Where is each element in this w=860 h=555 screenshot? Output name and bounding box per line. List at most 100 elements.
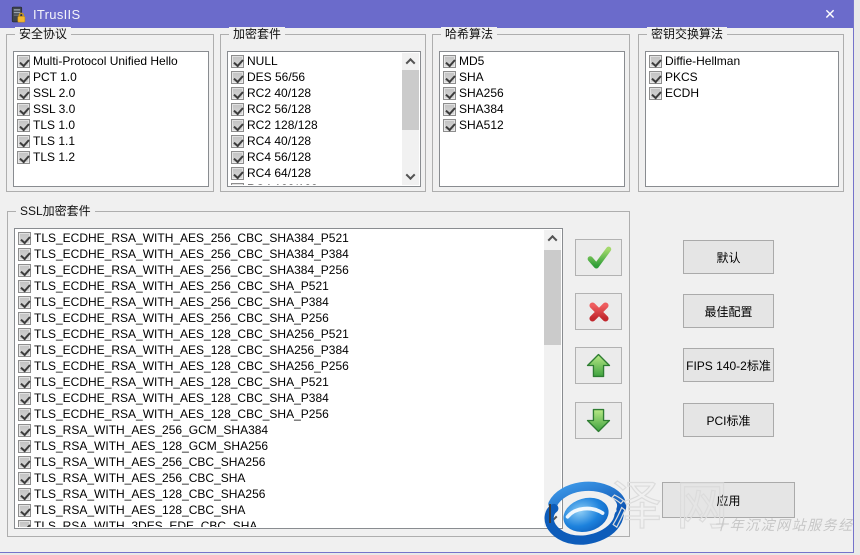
scroll-up-button[interactable] (544, 230, 561, 247)
ciphers-list[interactable]: NULL DES 56/56 RC2 40/128 RC2 56 (227, 51, 421, 187)
confirm-button[interactable] (575, 239, 622, 276)
checkbox-checked[interactable] (231, 119, 244, 132)
checkbox-checked[interactable] (18, 264, 31, 277)
hashes-list[interactable]: MD5 SHA SHA256 SHA384 (439, 51, 625, 187)
protocols-list[interactable]: Multi-Protocol Unified Hello PCT 1.0 SSL… (13, 51, 209, 187)
list-item[interactable]: RC2 128/128 (229, 117, 402, 133)
list-item[interactable]: RC4 128/128 (229, 181, 402, 185)
checkbox-checked[interactable] (18, 296, 31, 309)
list-item[interactable]: Diffie-Hellman (647, 53, 837, 69)
checkbox-checked[interactable] (17, 87, 30, 100)
list-item[interactable]: RC2 40/128 (229, 85, 402, 101)
checkbox-checked[interactable] (231, 135, 244, 148)
list-item[interactable]: TLS 1.0 (15, 117, 207, 133)
checkbox-checked[interactable] (18, 488, 31, 501)
checkbox-checked[interactable] (231, 167, 244, 180)
list-item[interactable]: PKCS (647, 69, 837, 85)
checkbox-checked[interactable] (18, 280, 31, 293)
list-item[interactable]: SHA (441, 69, 623, 85)
checkbox-checked[interactable] (17, 119, 30, 132)
list-item[interactable]: TLS_RSA_WITH_3DES_EDE_CBC_SHA (16, 518, 544, 527)
checkbox-checked[interactable] (18, 440, 31, 453)
list-item[interactable]: TLS_ECDHE_RSA_WITH_AES_256_CBC_SHA_P256 (16, 310, 544, 326)
list-item[interactable]: DES 56/56 (229, 69, 402, 85)
key-exchange-list[interactable]: Diffie-Hellman PKCS ECDH (645, 51, 839, 187)
checkbox-checked[interactable] (18, 232, 31, 245)
list-item[interactable]: TLS_ECDHE_RSA_WITH_AES_128_CBC_SHA256_P2… (16, 358, 544, 374)
scrollbar-thumb[interactable] (402, 70, 419, 130)
checkbox-checked[interactable] (18, 392, 31, 405)
checkbox-checked[interactable] (18, 360, 31, 373)
checkbox-checked[interactable] (18, 520, 31, 528)
list-item[interactable]: TLS_RSA_WITH_AES_128_GCM_SHA256 (16, 438, 544, 454)
list-item[interactable]: TLS_ECDHE_RSA_WITH_AES_256_CBC_SHA384_P5… (16, 230, 544, 246)
list-item[interactable]: SHA512 (441, 117, 623, 133)
list-item[interactable]: ECDH (647, 85, 837, 101)
apply-button[interactable]: 应用 (662, 482, 795, 518)
checkbox-checked[interactable] (18, 424, 31, 437)
checkbox-checked[interactable] (18, 456, 31, 469)
list-item[interactable]: SHA384 (441, 101, 623, 117)
list-item[interactable]: TLS_ECDHE_RSA_WITH_AES_128_CBC_SHA_P384 (16, 390, 544, 406)
list-item[interactable]: PCT 1.0 (15, 69, 207, 85)
checkbox-checked[interactable] (17, 71, 30, 84)
list-item[interactable]: TLS_RSA_WITH_AES_128_CBC_SHA256 (16, 486, 544, 502)
checkbox-checked[interactable] (443, 87, 456, 100)
list-item[interactable]: NULL (229, 53, 402, 69)
list-item[interactable]: SHA256 (441, 85, 623, 101)
fips-standard-button[interactable]: FIPS 140-2标准 (683, 348, 774, 382)
checkbox-checked[interactable] (17, 103, 30, 116)
list-item[interactable]: TLS_ECDHE_RSA_WITH_AES_256_CBC_SHA384_P2… (16, 262, 544, 278)
list-item[interactable]: SSL 2.0 (15, 85, 207, 101)
checkbox-checked[interactable] (443, 119, 456, 132)
checkbox-checked[interactable] (17, 135, 30, 148)
list-item[interactable]: TLS_RSA_WITH_AES_128_CBC_SHA (16, 502, 544, 518)
list-item[interactable]: TLS_ECDHE_RSA_WITH_AES_256_CBC_SHA_P521 (16, 278, 544, 294)
ssl-suites-list[interactable]: TLS_ECDHE_RSA_WITH_AES_256_CBC_SHA384_P5… (14, 228, 563, 529)
checkbox-checked[interactable] (231, 151, 244, 164)
move-down-button[interactable] (575, 402, 622, 439)
list-item[interactable]: TLS 1.2 (15, 149, 207, 165)
checkbox-checked[interactable] (17, 151, 30, 164)
list-item[interactable]: Multi-Protocol Unified Hello (15, 53, 207, 69)
pci-standard-button[interactable]: PCI标准 (683, 403, 774, 437)
checkbox-checked[interactable] (18, 472, 31, 485)
list-item[interactable]: SSL 3.0 (15, 101, 207, 117)
checkbox-checked[interactable] (443, 103, 456, 116)
list-item[interactable]: MD5 (441, 53, 623, 69)
checkbox-checked[interactable] (18, 312, 31, 325)
checkbox-checked[interactable] (231, 71, 244, 84)
checkbox-checked[interactable] (18, 408, 31, 421)
checkbox-checked[interactable] (443, 71, 456, 84)
list-item[interactable]: TLS_ECDHE_RSA_WITH_AES_128_CBC_SHA_P521 (16, 374, 544, 390)
scroll-up-button[interactable] (402, 53, 419, 70)
title-bar[interactable]: ITrusIIS ✕ (0, 0, 853, 28)
best-config-button[interactable]: 最佳配置 (683, 294, 774, 328)
checkbox-checked[interactable] (18, 328, 31, 341)
list-item[interactable]: TLS_ECDHE_RSA_WITH_AES_256_CBC_SHA384_P3… (16, 246, 544, 262)
list-item[interactable]: TLS_RSA_WITH_AES_256_CBC_SHA256 (16, 454, 544, 470)
scroll-down-button[interactable] (402, 168, 419, 185)
list-item[interactable]: TLS_RSA_WITH_AES_256_CBC_SHA (16, 470, 544, 486)
move-up-button[interactable] (575, 347, 622, 384)
default-button[interactable]: 默认 (683, 240, 774, 274)
scrollbar-thumb[interactable] (544, 250, 561, 345)
checkbox-checked[interactable] (18, 344, 31, 357)
checkbox-checked[interactable] (18, 504, 31, 517)
close-button[interactable]: ✕ (807, 0, 853, 28)
checkbox-checked[interactable] (231, 87, 244, 100)
list-item[interactable]: TLS_ECDHE_RSA_WITH_AES_128_CBC_SHA256_P3… (16, 342, 544, 358)
checkbox-checked[interactable] (649, 71, 662, 84)
list-item[interactable]: RC4 40/128 (229, 133, 402, 149)
list-item[interactable]: RC2 56/128 (229, 101, 402, 117)
checkbox-checked[interactable] (231, 55, 244, 68)
list-item[interactable]: TLS_ECDHE_RSA_WITH_AES_256_CBC_SHA_P384 (16, 294, 544, 310)
checkbox-checked[interactable] (649, 87, 662, 100)
list-item[interactable]: TLS 1.1 (15, 133, 207, 149)
list-item[interactable]: TLS_ECDHE_RSA_WITH_AES_128_CBC_SHA_P256 (16, 406, 544, 422)
list-item[interactable]: RC4 64/128 (229, 165, 402, 181)
checkbox-checked[interactable] (18, 376, 31, 389)
list-item[interactable]: TLS_ECDHE_RSA_WITH_AES_128_CBC_SHA256_P5… (16, 326, 544, 342)
checkbox-checked[interactable] (18, 248, 31, 261)
checkbox-checked[interactable] (17, 55, 30, 68)
